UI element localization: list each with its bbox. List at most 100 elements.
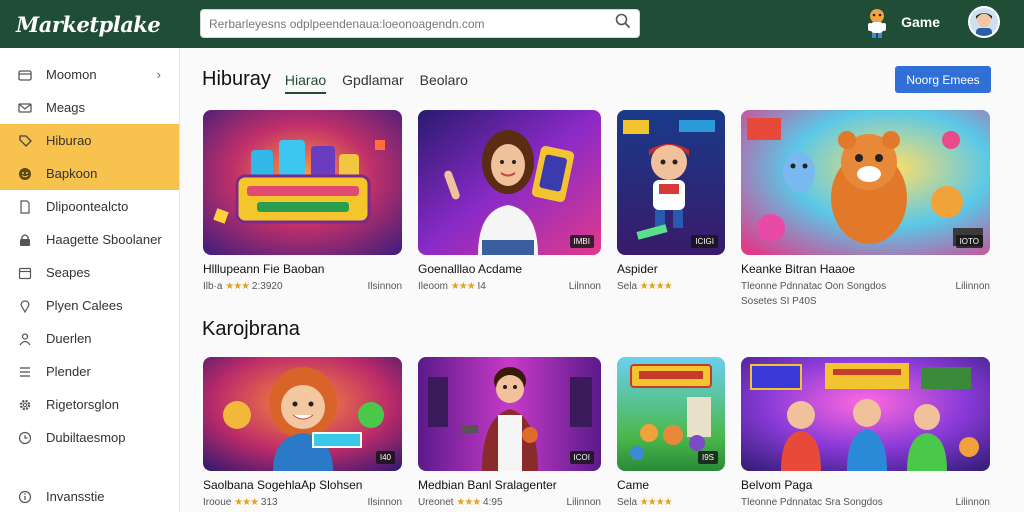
- calendar-icon: [18, 266, 32, 280]
- page-title: Hiburay: [202, 68, 271, 90]
- rating-stars: ★★★: [456, 497, 481, 508]
- pin-icon: [18, 299, 32, 313]
- card-meta-right: Lilinnon: [955, 497, 990, 508]
- game-card[interactable]: IOTO Keanke Bitran Haaoe Tleonne Pdnnata…: [741, 110, 990, 307]
- card-meta-left: Sela: [617, 281, 638, 292]
- card-meta-left: Tleonne Pdnnatac Oon Songdos: [741, 281, 887, 292]
- card-meta-left: Ilb·a: [203, 281, 223, 292]
- rating-stars: ★★★: [225, 281, 250, 292]
- sidebar-item-plyen-calees[interactable]: Plyen Calees: [0, 289, 179, 322]
- list-icon: [18, 365, 32, 379]
- card-badge: ICOI: [569, 451, 594, 464]
- tag-icon: [18, 134, 32, 148]
- clock-icon: [18, 431, 32, 445]
- search-input[interactable]: [209, 16, 615, 31]
- user-label[interactable]: Game: [901, 14, 940, 30]
- game-thumbnail[interactable]: ICIGI: [617, 110, 725, 255]
- card-meta: Ureonet ★★★ 4:95 Lilinnon: [418, 497, 601, 508]
- game-card[interactable]: I40 Saolbana SogehlaAp Slohsen Irooue ★★…: [203, 357, 402, 508]
- sidebar-item-seapes[interactable]: Seapes: [0, 256, 179, 289]
- sidebar-item-dlipoontealcto[interactable]: Dlipoontealcto: [0, 190, 179, 223]
- sidebar-item-haagette[interactable]: Haagette Sboolaner: [0, 223, 179, 256]
- game-thumbnail[interactable]: ICOI: [418, 357, 601, 471]
- card-meta: Irooue ★★★ 313 Ilsinnon: [203, 497, 402, 508]
- game-thumbnail[interactable]: [741, 357, 990, 471]
- sidebar-item-bapkoon[interactable]: Bapkoon: [0, 157, 179, 190]
- game-thumbnail[interactable]: I40: [203, 357, 402, 471]
- sidebar: Moomon › Meags Hiburao Bapkoon Dlipoonte…: [0, 48, 180, 512]
- card-meta-right: Lilinnon: [566, 497, 601, 508]
- sidebar-item-label: Moomon: [46, 67, 97, 82]
- card-title: Medbian Banl Sralagenter: [418, 478, 557, 492]
- tab-gpdlamar[interactable]: Gpdlamar: [342, 72, 403, 92]
- game-card[interactable]: Hlllupeann Fie Baoban Ilb·a ★★★ 2:3920 Il…: [203, 110, 402, 292]
- sidebar-item-moomon[interactable]: Moomon ›: [0, 58, 179, 91]
- smile-icon: [18, 167, 32, 181]
- card-title: Goenalllao Acdame: [418, 262, 523, 276]
- game-card[interactable]: I9S Came Sela ★★★★: [617, 357, 725, 508]
- sidebar-item-dubiltaesmop[interactable]: Dubiltaesmop: [0, 421, 179, 454]
- chevron-right-icon: ›: [156, 67, 161, 82]
- sidebar-item-label: Seapes: [46, 265, 91, 280]
- sidebar-item-hiburao[interactable]: Hiburao: [0, 124, 179, 157]
- sidebar-item-plender[interactable]: Plender: [0, 355, 179, 388]
- top-header: Marketplake Game: [0, 0, 1024, 48]
- card-meta-right: Lilinnon: [955, 281, 990, 292]
- game-thumbnail[interactable]: IOTO: [741, 110, 990, 255]
- info-icon: [18, 490, 32, 504]
- game-thumbnail[interactable]: I9S: [617, 357, 725, 471]
- card-badge: I9S: [697, 451, 718, 464]
- card-title: Came: [617, 478, 650, 492]
- game-card[interactable]: IMBI Goenalllao Acdame Ileoom ★★★ I4 Liln…: [418, 110, 601, 292]
- game-thumbnail[interactable]: IMBI: [418, 110, 601, 255]
- card-title: Belvom Paga: [741, 478, 813, 492]
- card-title: Hlllupeann Fie Baoban: [203, 262, 325, 276]
- card-badge: IOTO: [955, 235, 983, 248]
- sidebar-item-rigetorsglon[interactable]: Rigetorsglon: [0, 388, 179, 421]
- rating-stars: ★★★: [450, 281, 476, 292]
- card-meta-right: Ilsinnon: [367, 281, 402, 292]
- card-extra: Sosetes SI P40S: [741, 296, 817, 307]
- game-card[interactable]: Belvom Paga Tleonne Pdnnatac Sra Songdos…: [741, 357, 990, 508]
- card-meta-right: Ilsinnon: [367, 497, 402, 508]
- cta-button[interactable]: Noorg Emees: [895, 66, 991, 93]
- card-meta: Ileoom ★★★ I4 Lilnnon: [418, 281, 601, 292]
- wallet-icon: [18, 68, 32, 82]
- document-icon: [18, 199, 32, 214]
- rating-text: 2:3920: [251, 281, 283, 292]
- sidebar-item-label: Hiburao: [46, 133, 92, 148]
- card-meta-left: Irooue: [203, 497, 232, 508]
- sidebar-item-meags[interactable]: Meags: [0, 91, 179, 124]
- search-bar[interactable]: [200, 9, 640, 38]
- game-thumbnail[interactable]: [203, 110, 402, 255]
- mail-icon: [18, 101, 32, 115]
- sidebar-item-invansstie[interactable]: Invansstie: [0, 480, 180, 512]
- avatar[interactable]: [968, 6, 1000, 38]
- sidebar-item-label: Dlipoontealcto: [46, 199, 129, 214]
- rating-text: 4:95: [483, 497, 503, 508]
- card-title: Saolbana SogehlaAp Slohsen: [203, 478, 363, 492]
- rating-stars: ★★★★: [639, 281, 673, 292]
- game-card[interactable]: ICOI Medbian Banl Sralagenter Ureonet ★★…: [418, 357, 601, 508]
- sidebar-item-duerlen[interactable]: Duerlen: [0, 322, 179, 355]
- sidebar-item-label: Duerlen: [46, 331, 92, 346]
- card-meta: Sela ★★★★: [617, 497, 725, 508]
- main-content: Hiburay Hiarao Gpdlamar Beolaro Noorg Em…: [180, 48, 1024, 512]
- sidebar-item-label: Bapkoon: [46, 166, 98, 181]
- card-title: Keanke Bitran Haaoe: [741, 262, 856, 276]
- tab-beolaro[interactable]: Beolaro: [420, 72, 468, 92]
- card-meta-left: Ileoom: [418, 281, 449, 292]
- search-icon[interactable]: [615, 13, 631, 34]
- game-card[interactable]: ICIGI Aspider Sela ★★★★: [617, 110, 725, 292]
- card-meta-left: Sela: [617, 497, 638, 508]
- rating-stars: ★★★★: [639, 497, 673, 508]
- card-title: Aspider: [617, 262, 658, 276]
- sidebar-item-label: Dubiltaesmop: [46, 430, 126, 445]
- card-meta: Tleonne Pdnnatac Oon Songdos Lilinnon: [741, 281, 990, 292]
- rating-stars: ★★★: [234, 497, 259, 508]
- sidebar-item-label: Plyen Calees: [46, 298, 123, 313]
- card-meta: Ilb·a ★★★ 2:3920 Ilsinnon: [203, 281, 402, 292]
- card-badge: IMBI: [569, 235, 594, 248]
- tab-hiarao[interactable]: Hiarao: [284, 72, 327, 94]
- app-logo[interactable]: Marketplake: [0, 12, 180, 37]
